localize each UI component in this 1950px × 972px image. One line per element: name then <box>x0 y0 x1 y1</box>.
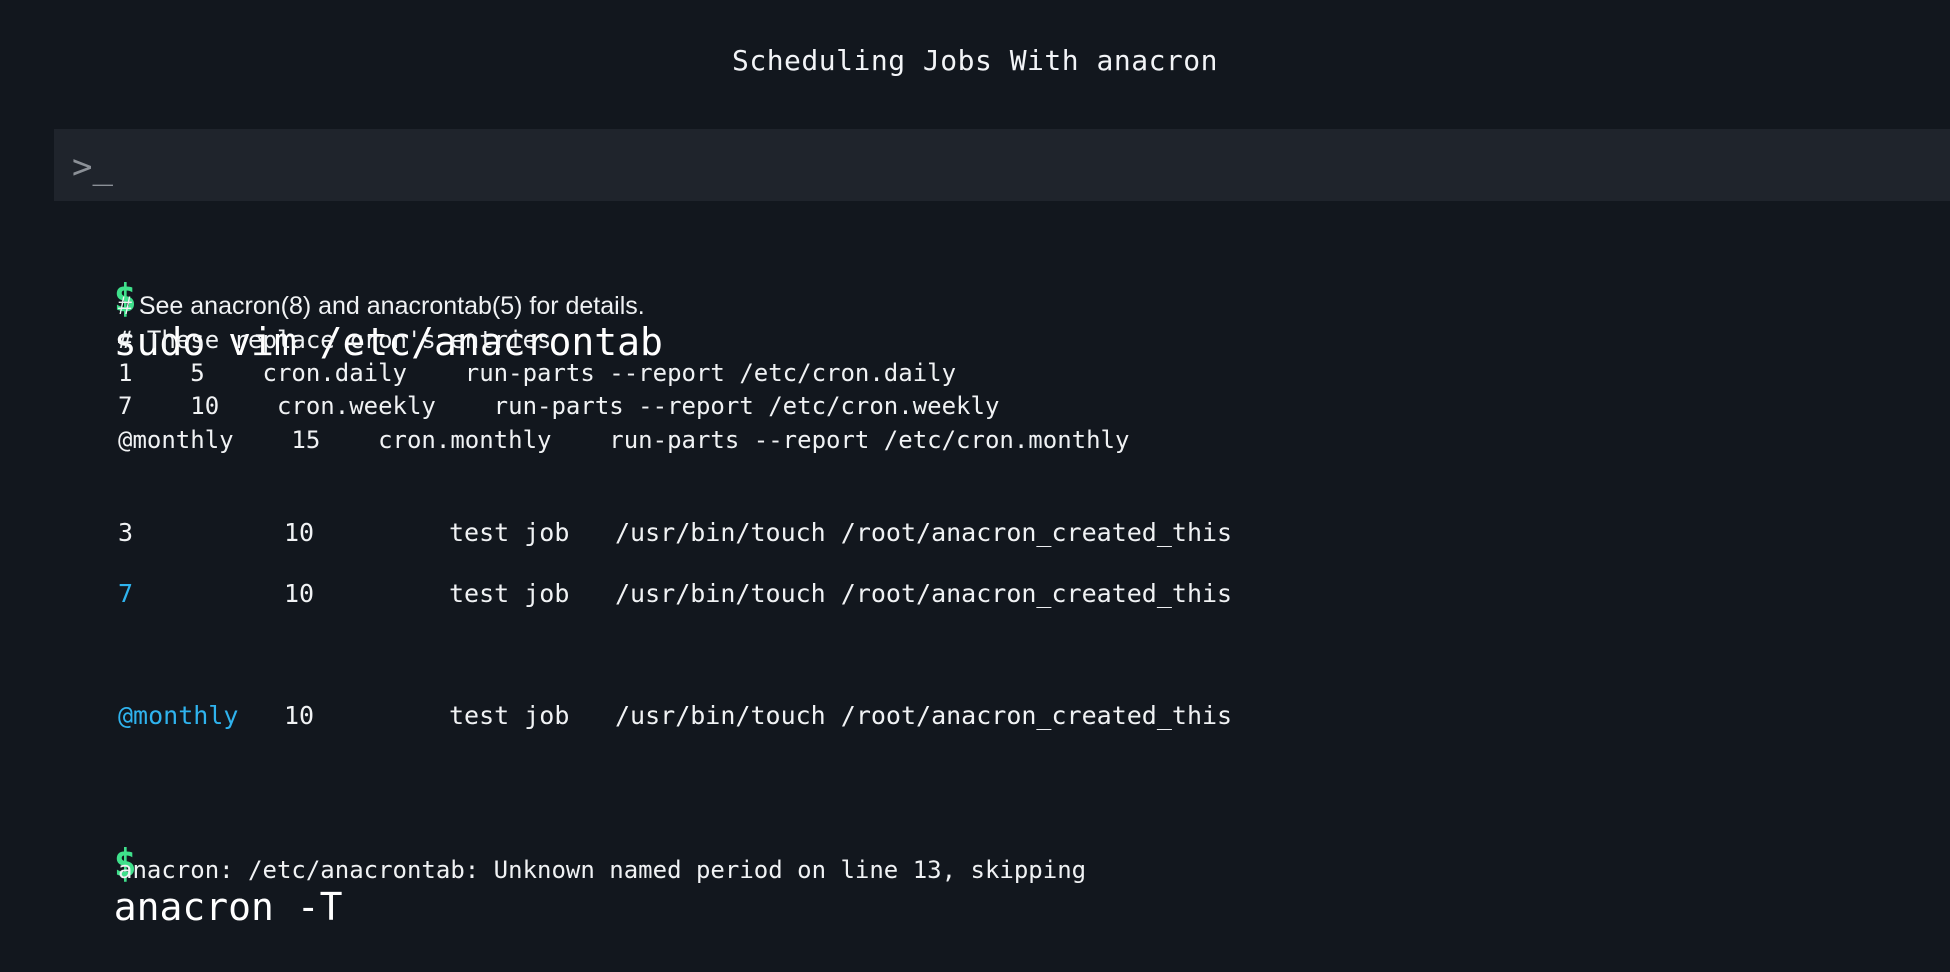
job-delay: 10 <box>284 579 315 608</box>
file-entry-line: 7 10 cron.weekly run-parts --report /etc… <box>118 392 1000 420</box>
job-identifier: test job <box>449 701 570 730</box>
job-command: /usr/bin/touch /root/anacron_created_thi… <box>615 701 1233 730</box>
job-period: 3 <box>118 518 134 547</box>
job-period: 7 <box>118 579 134 608</box>
job-command: /usr/bin/touch /root/anacron_created_thi… <box>615 518 1233 547</box>
file-entry-line: 1 5 cron.daily run-parts --report /etc/c… <box>118 359 957 387</box>
file-comment-line: # These replace cron's entries <box>118 326 552 354</box>
command-output: anacron: /etc/anacrontab: Unknown named … <box>118 856 1087 884</box>
job-delay: 10 <box>284 701 315 730</box>
job-delay: 10 <box>284 518 315 547</box>
command-text: anacron -T <box>113 885 343 929</box>
job-period: @monthly <box>118 701 239 730</box>
job-command: /usr/bin/touch /root/anacron_created_thi… <box>615 579 1233 608</box>
file-entry-line: @monthly 15 cron.monthly run-parts --rep… <box>118 426 1130 454</box>
terminal-prompt-icon: >_ <box>72 147 113 187</box>
page-title: Scheduling Jobs With anacron <box>731 44 1218 77</box>
job-identifier: test job <box>449 518 570 547</box>
file-comment-line: # See anacron(8) and anacrontab(5) for d… <box>118 292 645 320</box>
job-identifier: test job <box>449 579 570 608</box>
terminal-bar <box>54 129 1950 201</box>
